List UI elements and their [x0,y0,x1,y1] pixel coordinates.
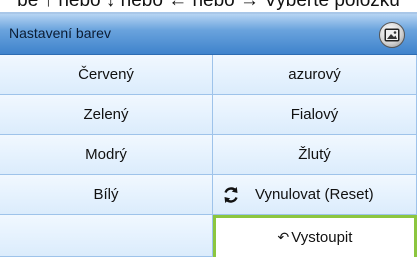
menu-item-label: Červený [78,66,134,83]
menu-title: Nastavení barev [9,25,111,41]
menu-item-label: Modrý [85,146,127,163]
menu-item-reset[interactable]: Vynulovat (Reset) [213,175,417,215]
menu-item-label: Zelený [83,106,129,123]
menu-item-red[interactable]: Červený [0,55,213,95]
color-settings-menu: Nastavení barev Červený azurový Zelený F… [0,12,417,257]
menu-item-label: azurový [288,66,341,83]
menu-item-magenta[interactable]: Fialový [213,95,417,135]
menu-item-empty [0,215,213,257]
menu-item-label: Fialový [290,106,339,123]
menu-item-white[interactable]: Bílý [0,175,213,215]
menu-item-label: Žlutý [298,146,331,163]
menu-item-label: Vynulovat (Reset) [255,186,374,203]
menu-item-cyan[interactable]: azurový [213,55,417,95]
menu-item-label: Vystoupit [291,229,353,246]
menu-grid: Červený azurový Zelený Fialový Modrý Žlu… [0,55,417,257]
menu-item-green[interactable]: Zelený [0,95,213,135]
menu-item-blue[interactable]: Modrý [0,135,213,175]
menu-header: Nastavení barev [0,14,417,55]
reset-icon [224,186,238,203]
menu-item-yellow[interactable]: Žlutý [213,135,417,175]
navigation-hint: be ↑ nebo ↓ nebo ← nebo → Vyberte položk… [17,0,400,11]
menu-item-label: Bílý [93,186,119,203]
menu-item-exit[interactable]: ↶ Vystoupit [213,215,417,257]
image-settings-icon [379,22,405,48]
back-arrow-icon: ↶ [277,229,290,245]
